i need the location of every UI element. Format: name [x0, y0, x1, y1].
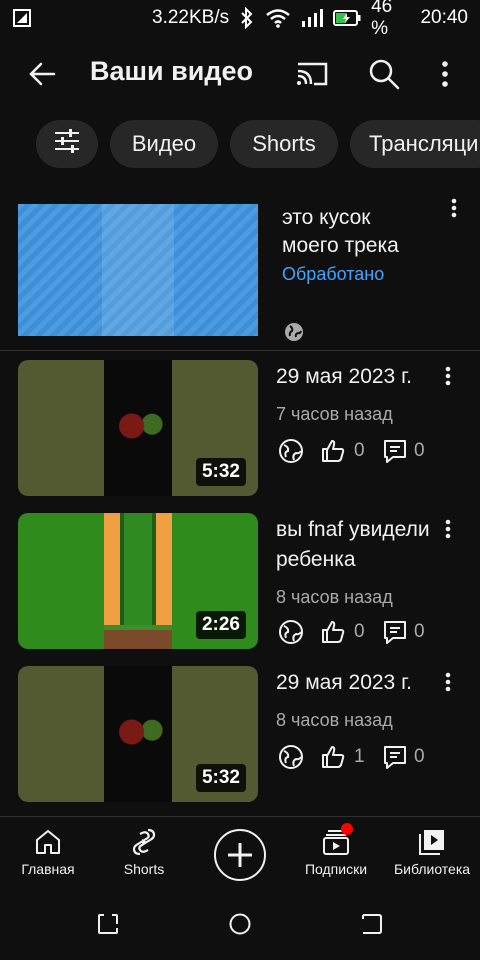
nav-library-label: Библиотека — [393, 861, 471, 877]
battery-percent: 46 % — [371, 0, 393, 39]
nav-subscriptions-label: Подписки — [304, 861, 368, 877]
video-time-ago: 7 часов назад — [276, 404, 393, 424]
shorts-icon — [96, 827, 192, 857]
public-globe-icon — [278, 744, 304, 770]
video-title: вы fnaf увидели ребенка — [276, 518, 430, 571]
likes-count: 1 — [354, 746, 365, 767]
thumb-up-icon — [320, 438, 346, 464]
video-stats: 0 0 — [276, 438, 456, 464]
comment-icon — [382, 619, 408, 645]
filter-chip[interactable] — [36, 120, 98, 168]
nav-library[interactable]: Библиотека — [384, 827, 480, 887]
nav-home-label: Главная — [21, 861, 75, 877]
video-thumbnail[interactable]: 2:26 — [18, 513, 258, 649]
video-list-item[interactable]: 5:32 29 мая 2023 г. 8 часов назад 1 0 — [0, 666, 480, 806]
wifi-icon — [265, 8, 291, 28]
battery-icon — [333, 10, 361, 26]
signal-icon — [301, 8, 324, 28]
back-nav-icon[interactable] — [360, 912, 384, 936]
likes-count: 0 — [354, 440, 365, 461]
bottom-navigation: Главная Shorts Подписки Библиотека — [0, 816, 480, 888]
back-arrow-icon[interactable] — [24, 56, 60, 92]
cast-icon[interactable] — [292, 56, 332, 92]
more-vert-icon[interactable] — [444, 196, 464, 220]
more-vert-icon[interactable] — [438, 364, 458, 388]
comments-count: 0 — [414, 621, 425, 642]
video-list-item[interactable]: 2:26 вы fnaf увидели ребенка 8 часов наз… — [0, 513, 480, 653]
tune-icon — [52, 127, 82, 161]
nav-subscriptions[interactable]: Подписки — [288, 827, 384, 887]
divider — [0, 350, 480, 351]
video-thumbnail[interactable]: 5:32 — [18, 360, 258, 496]
recents-icon[interactable] — [96, 912, 120, 936]
nav-shorts[interactable]: Shorts — [96, 827, 192, 887]
page-title: Ваши видео — [90, 56, 253, 86]
screenshot-icon — [12, 8, 32, 28]
video-thumbnail[interactable]: 5:32 — [18, 666, 258, 802]
processing-video-item[interactable]: это кусок моего трека Обработано — [0, 192, 480, 350]
clock: 20:40 — [420, 7, 468, 28]
system-navigation-bar — [0, 888, 480, 960]
thumb-up-icon — [320, 619, 346, 645]
public-globe-icon — [278, 619, 304, 645]
chip-video[interactable]: Видео — [110, 120, 218, 168]
comment-icon — [382, 438, 408, 464]
chip-shorts[interactable]: Shorts — [230, 120, 338, 168]
public-globe-icon — [278, 438, 304, 464]
video-time-ago: 8 часов назад — [276, 710, 393, 730]
processing-status: Обработано — [282, 264, 385, 284]
comment-icon — [382, 744, 408, 770]
more-vert-icon[interactable] — [430, 56, 460, 92]
home-icon — [0, 827, 96, 857]
thumb-up-icon — [320, 744, 346, 770]
video-title: 29 мая 2023 г. — [276, 671, 412, 694]
network-speed: 3.22KB/s — [152, 7, 230, 28]
nav-home[interactable]: Главная — [0, 827, 96, 887]
top-app-bar: Ваши видео — [0, 36, 480, 110]
globe-icon — [284, 322, 304, 342]
video-title: 29 мая 2023 г. — [276, 365, 412, 388]
library-icon — [384, 827, 480, 857]
video-duration: 2:26 — [195, 611, 246, 639]
video-duration: 5:32 — [195, 764, 246, 792]
more-vert-icon[interactable] — [438, 670, 458, 694]
notification-dot — [341, 823, 353, 835]
video-time-ago: 8 часов назад — [276, 587, 393, 607]
video-stats: 0 0 — [276, 619, 456, 645]
video-stats: 1 0 — [276, 744, 456, 770]
plus-icon — [216, 843, 264, 883]
filter-chips: Видео Shorts Трансляци — [0, 120, 480, 170]
status-bar: 3.22KB/s 46 % 20:40 — [0, 0, 480, 39]
search-icon[interactable] — [366, 56, 402, 92]
nav-shorts-label: Shorts — [123, 861, 165, 877]
chip-live[interactable]: Трансляци — [350, 120, 480, 168]
video-list-item[interactable]: 5:32 29 мая 2023 г. 7 часов назад 0 0 — [0, 360, 480, 500]
comments-count: 0 — [414, 746, 425, 767]
likes-count: 0 — [354, 621, 365, 642]
video-thumbnail[interactable] — [18, 204, 258, 336]
home-circle-icon[interactable] — [228, 912, 252, 936]
comments-count: 0 — [414, 440, 425, 461]
subscriptions-icon — [288, 827, 384, 857]
more-vert-icon[interactable] — [438, 517, 458, 541]
create-button[interactable] — [214, 829, 266, 881]
video-duration: 5:32 — [195, 458, 246, 486]
bluetooth-icon — [239, 7, 255, 29]
video-title: это кусок моего трека — [282, 206, 399, 257]
